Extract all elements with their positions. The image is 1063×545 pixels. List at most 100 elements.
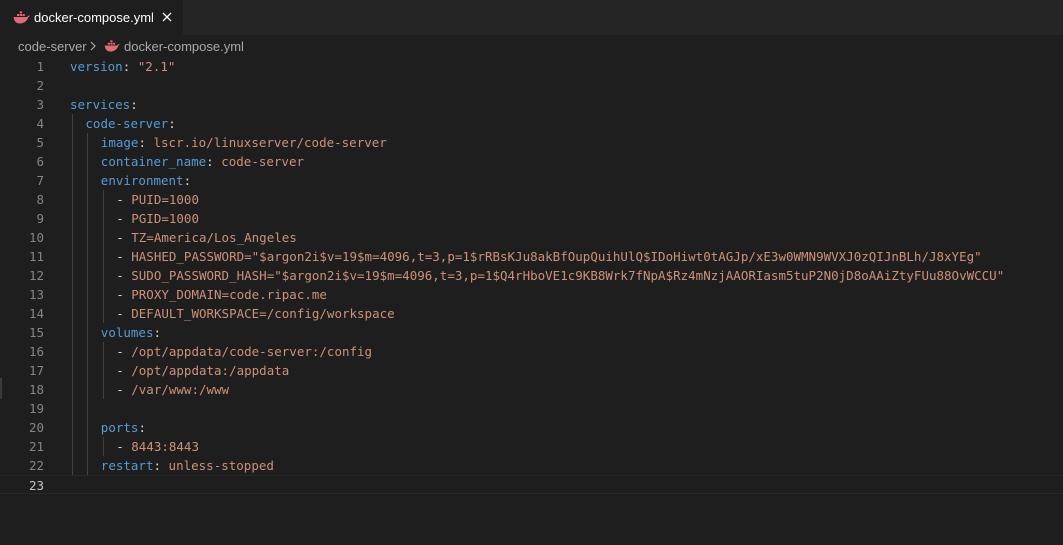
- yaml-value: TZ=America/Los_Angeles: [131, 230, 297, 245]
- code-line[interactable]: 9 - PGID=1000: [0, 209, 1063, 228]
- yaml-punctuation: -: [116, 306, 132, 321]
- code-line[interactable]: 22 restart: unless-stopped: [0, 456, 1063, 475]
- yaml-punctuation: :: [122, 59, 138, 74]
- code-line[interactable]: 16 - /opt/appdata/code-server:/config: [0, 342, 1063, 361]
- line-number: 22: [28, 458, 44, 473]
- code-line[interactable]: 18 - /var/www:/www: [0, 380, 1063, 399]
- yaml-punctuation: -: [116, 382, 132, 397]
- close-icon[interactable]: [159, 9, 175, 25]
- line-content: - PROXY_DOMAIN=code.ripac.me: [116, 285, 327, 304]
- line-number: 8: [36, 192, 44, 207]
- breadcrumb: code-server: [0, 35, 1063, 57]
- line-number: 5: [36, 135, 44, 150]
- yaml-punctuation: -: [116, 287, 132, 302]
- line-number: 3: [36, 97, 44, 112]
- code-editor[interactable]: 1 version: "2.1" 2 3 services: 4 code-server: 5…: [0, 57, 1063, 545]
- code-line[interactable]: 4 code-server:: [0, 114, 1063, 133]
- line-content: - DEFAULT_WORKSPACE=/config/workspace: [116, 304, 394, 323]
- indent-guide: [102, 437, 104, 456]
- code-line[interactable]: 10 - TZ=America/Los_Angeles: [0, 228, 1063, 247]
- code-line[interactable]: 20 ports:: [0, 418, 1063, 437]
- yaml-value: PROXY_DOMAIN=code.ripac.me: [131, 287, 327, 302]
- yaml-punctuation: :: [206, 154, 222, 169]
- line-content: - HASHED_PASSWORD="$argon2i$v=19$m=4096,…: [116, 247, 981, 266]
- line-content: - /var/www:/www: [116, 380, 229, 399]
- code-line[interactable]: 5 image: lscr.io/linuxserver/code-server: [0, 133, 1063, 152]
- yaml-value: /var/www:/www: [131, 382, 230, 397]
- code-line[interactable]: 13 - PROXY_DOMAIN=code.ripac.me: [0, 285, 1063, 304]
- line-number: 16: [28, 344, 44, 359]
- yaml-value: code-server: [221, 154, 305, 169]
- code-line[interactable]: 11 - HASHED_PASSWORD="$argon2i$v=19$m=409…: [0, 247, 1063, 266]
- line-content: - TZ=America/Los_Angeles: [116, 228, 297, 247]
- code-line[interactable]: 17 - /opt/appdata:/appdata: [0, 361, 1063, 380]
- line-number: 19: [28, 401, 44, 416]
- line-number: 6: [36, 154, 44, 169]
- yaml-punctuation: :: [130, 97, 138, 112]
- yaml-key: services: [70, 97, 131, 112]
- code-line[interactable]: 2: [0, 76, 1063, 95]
- yaml-punctuation: -: [116, 439, 132, 454]
- code-line[interactable]: 3 services:: [0, 95, 1063, 114]
- code-line[interactable]: 19: [0, 399, 1063, 418]
- yaml-punctuation: -: [116, 344, 132, 359]
- code-line[interactable]: 1 version: "2.1": [0, 57, 1063, 76]
- code-line[interactable]: 23: [0, 475, 1063, 494]
- docker-icon: [104, 40, 120, 52]
- docker-icon: [13, 11, 30, 24]
- line-number: 4: [36, 116, 44, 131]
- code-line[interactable]: 6 container_name: code-server: [0, 152, 1063, 171]
- line-number: 12: [28, 268, 44, 283]
- code-line[interactable]: 12 - SUDO_PASSWORD_HASH="$argon2i$v=19$m=…: [0, 266, 1063, 285]
- line-content: code-server:: [85, 114, 175, 133]
- line-number: 20: [28, 420, 44, 435]
- line-content: environment:: [101, 171, 191, 190]
- code-line[interactable]: 14 - DEFAULT_WORKSPACE=/config/workspace: [0, 304, 1063, 323]
- line-number: 7: [36, 173, 44, 188]
- line-content: - 8443:8443: [116, 437, 199, 456]
- line-number: 14: [28, 306, 44, 321]
- tab-docker-compose[interactable]: docker-compose.yml: [0, 0, 183, 35]
- yaml-key: ports: [100, 420, 139, 435]
- line-content: restart: unless-stopped: [101, 456, 274, 475]
- code-line[interactable]: 7 environment:: [0, 171, 1063, 190]
- yaml-value: /opt/appdata:/appdata: [131, 363, 290, 378]
- yaml-value: "2.1": [137, 59, 176, 74]
- line-content: - PUID=1000: [116, 190, 199, 209]
- line-number: 10: [28, 230, 44, 245]
- yaml-key: container_name: [100, 154, 207, 169]
- yaml-punctuation: -: [116, 363, 132, 378]
- line-content: - /opt/appdata/code-server:/config: [116, 342, 372, 361]
- yaml-key: version: [70, 59, 123, 74]
- yaml-punctuation: -: [116, 249, 132, 264]
- line-content: - SUDO_PASSWORD_HASH="$argon2i$v=19$m=40…: [116, 266, 1004, 285]
- indent-guide: [102, 190, 104, 323]
- yaml-punctuation: :: [183, 173, 192, 188]
- yaml-value: unless-stopped: [168, 458, 274, 473]
- line-number: 11: [28, 249, 44, 264]
- yaml-value: PGID=1000: [131, 211, 199, 226]
- yaml-value: DEFAULT_WORKSPACE=/config/workspace: [131, 306, 395, 321]
- yaml-value: 8443:8443: [131, 439, 199, 454]
- code-line[interactable]: 21 - 8443:8443: [0, 437, 1063, 456]
- yaml-punctuation: :: [138, 135, 154, 150]
- indent-guide: [102, 342, 104, 399]
- code-line[interactable]: 15 volumes:: [0, 323, 1063, 342]
- code-line[interactable]: 8 - PUID=1000: [0, 190, 1063, 209]
- breadcrumb-folder[interactable]: code-server: [18, 38, 87, 55]
- line-content: - /opt/appdata:/appdata: [116, 361, 289, 380]
- indent-guide: [87, 133, 89, 475]
- indent-guide: [72, 114, 73, 475]
- yaml-key: volumes: [100, 325, 154, 340]
- line-number: 2: [36, 78, 44, 93]
- yaml-key: image: [100, 135, 139, 150]
- line-number: 1: [36, 59, 44, 74]
- yaml-punctuation: -: [116, 192, 132, 207]
- line-content: version: "2.1": [70, 57, 175, 76]
- yaml-punctuation: -: [116, 230, 132, 245]
- line-content: - PGID=1000: [116, 209, 199, 228]
- line-number: 17: [28, 363, 44, 378]
- yaml-value: PUID=1000: [131, 192, 199, 207]
- line-content: volumes:: [101, 323, 161, 342]
- yaml-punctuation: :: [138, 420, 146, 435]
